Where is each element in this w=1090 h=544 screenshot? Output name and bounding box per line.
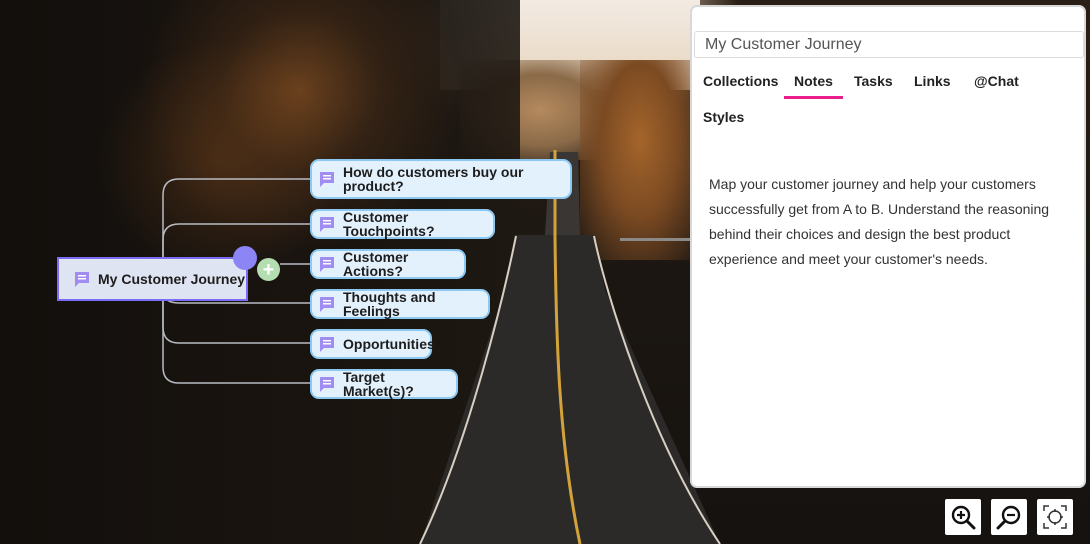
mindmap-child-node[interactable]: Thoughts and Feelings xyxy=(310,289,490,319)
node-title-input[interactable] xyxy=(694,31,1084,58)
note-icon xyxy=(320,217,334,232)
mindmap-child-node[interactable]: Customer Actions? xyxy=(310,249,466,279)
zoom-in-button[interactable] xyxy=(945,499,981,535)
child-node-label: Customer Actions? xyxy=(343,249,409,279)
mindmap-child-node[interactable]: Customer Touchpoints? xyxy=(310,209,495,239)
zoom-out-button[interactable] xyxy=(991,499,1027,535)
child-node-label: How do customers buy our product? xyxy=(343,164,524,194)
tab-collections[interactable]: Collections xyxy=(703,73,778,89)
note-icon xyxy=(320,337,334,352)
fit-to-screen-button[interactable] xyxy=(1037,499,1073,535)
tab-styles[interactable]: Styles xyxy=(703,109,744,125)
child-node-label: Thoughts and Feelings xyxy=(343,289,436,319)
child-node-label: Target Market(s)? xyxy=(343,369,414,399)
notes-content[interactable]: Map your customer journey and help your … xyxy=(709,172,1069,272)
zoom-out-icon xyxy=(996,505,1021,530)
child-node-label: Customer Touchpoints? xyxy=(343,209,435,239)
note-icon xyxy=(320,257,334,272)
note-icon xyxy=(320,377,334,392)
tab-chat[interactable]: @Chat xyxy=(974,73,1019,89)
zoom-in-icon xyxy=(951,505,976,530)
tab-notes[interactable]: Notes xyxy=(784,73,843,99)
node-drag-handle[interactable] xyxy=(233,246,257,270)
note-icon xyxy=(320,172,334,187)
details-panel: Collections Notes Tasks Links @Chat Styl… xyxy=(690,5,1086,488)
mindmap-child-node[interactable]: Opportunities xyxy=(310,329,435,359)
child-node-label: Opportunities xyxy=(343,336,435,352)
note-icon xyxy=(320,297,334,312)
tab-links[interactable]: Links xyxy=(914,73,951,89)
plus-icon: + xyxy=(262,258,275,281)
add-child-button[interactable]: + xyxy=(257,258,280,281)
mindmap-root-node[interactable]: My Customer Journey xyxy=(57,257,248,301)
mindmap-child-node[interactable]: How do customers buy our product? xyxy=(310,159,572,199)
focus-center-icon xyxy=(1043,505,1067,529)
mindmap-child-node[interactable]: Target Market(s)? xyxy=(310,369,458,399)
note-icon xyxy=(75,272,89,287)
tab-tasks[interactable]: Tasks xyxy=(854,73,893,89)
root-node-label: My Customer Journey xyxy=(98,271,246,287)
